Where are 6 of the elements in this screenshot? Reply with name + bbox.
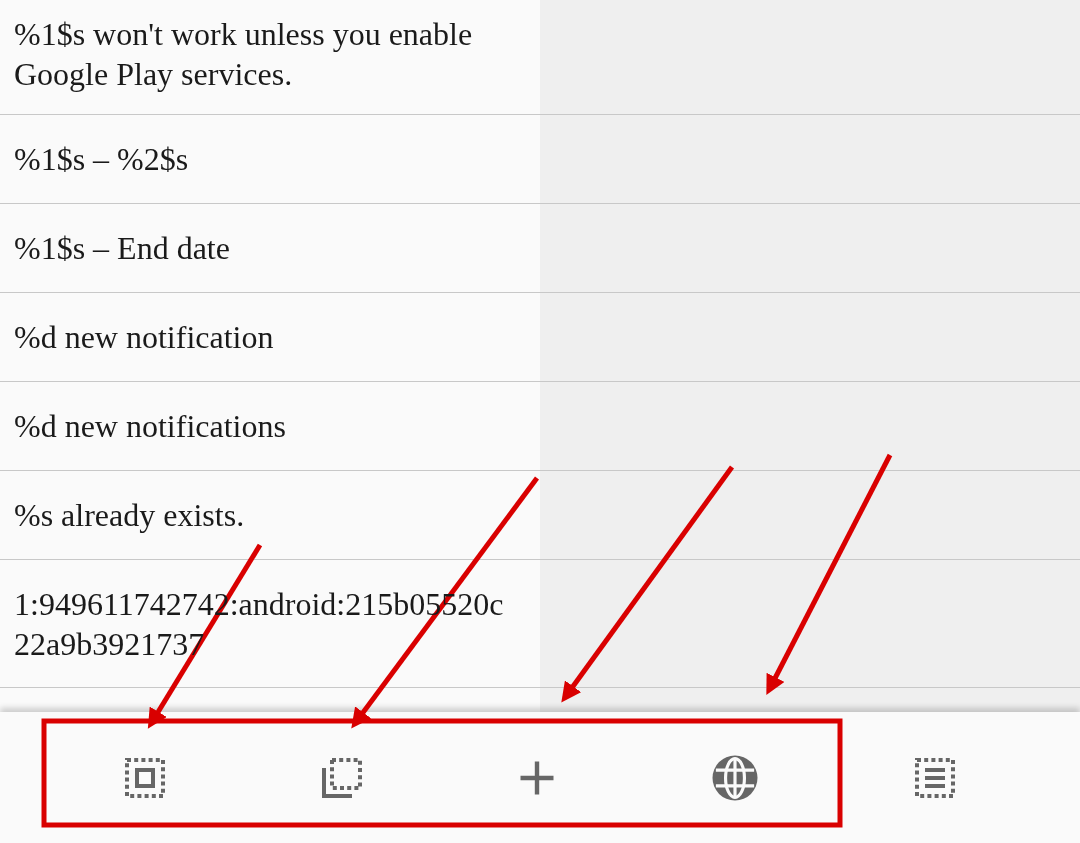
string-text: %1$s – %2$s bbox=[14, 140, 189, 179]
string-text: %s already exists. bbox=[14, 496, 245, 535]
string-text: %d new notifications bbox=[14, 407, 286, 446]
string-text: %d new notification bbox=[14, 318, 274, 357]
string-text: %1$s won't work unless you enable Google Play services. bbox=[14, 15, 474, 94]
string-text: %1$s – End date bbox=[14, 229, 230, 268]
